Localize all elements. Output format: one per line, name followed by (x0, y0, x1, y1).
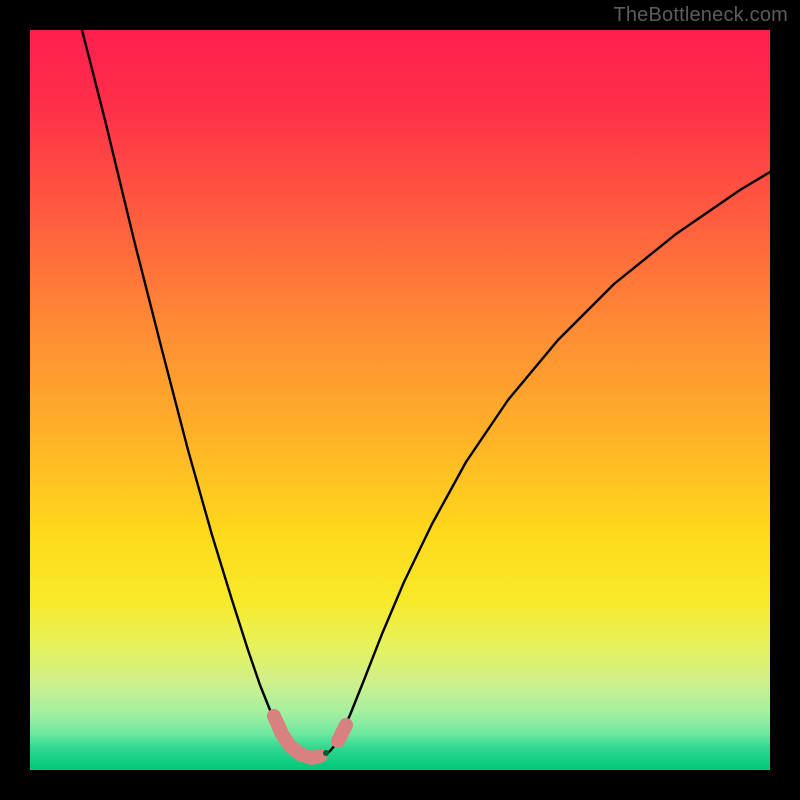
chart-series-group (82, 30, 770, 760)
series-markers (274, 716, 320, 758)
series-right-marker (338, 725, 346, 741)
series-v-curve (82, 30, 770, 760)
chart-curve-layer (30, 30, 770, 770)
watermark-text: TheBottleneck.com (613, 4, 788, 27)
chart-frame (30, 30, 770, 770)
